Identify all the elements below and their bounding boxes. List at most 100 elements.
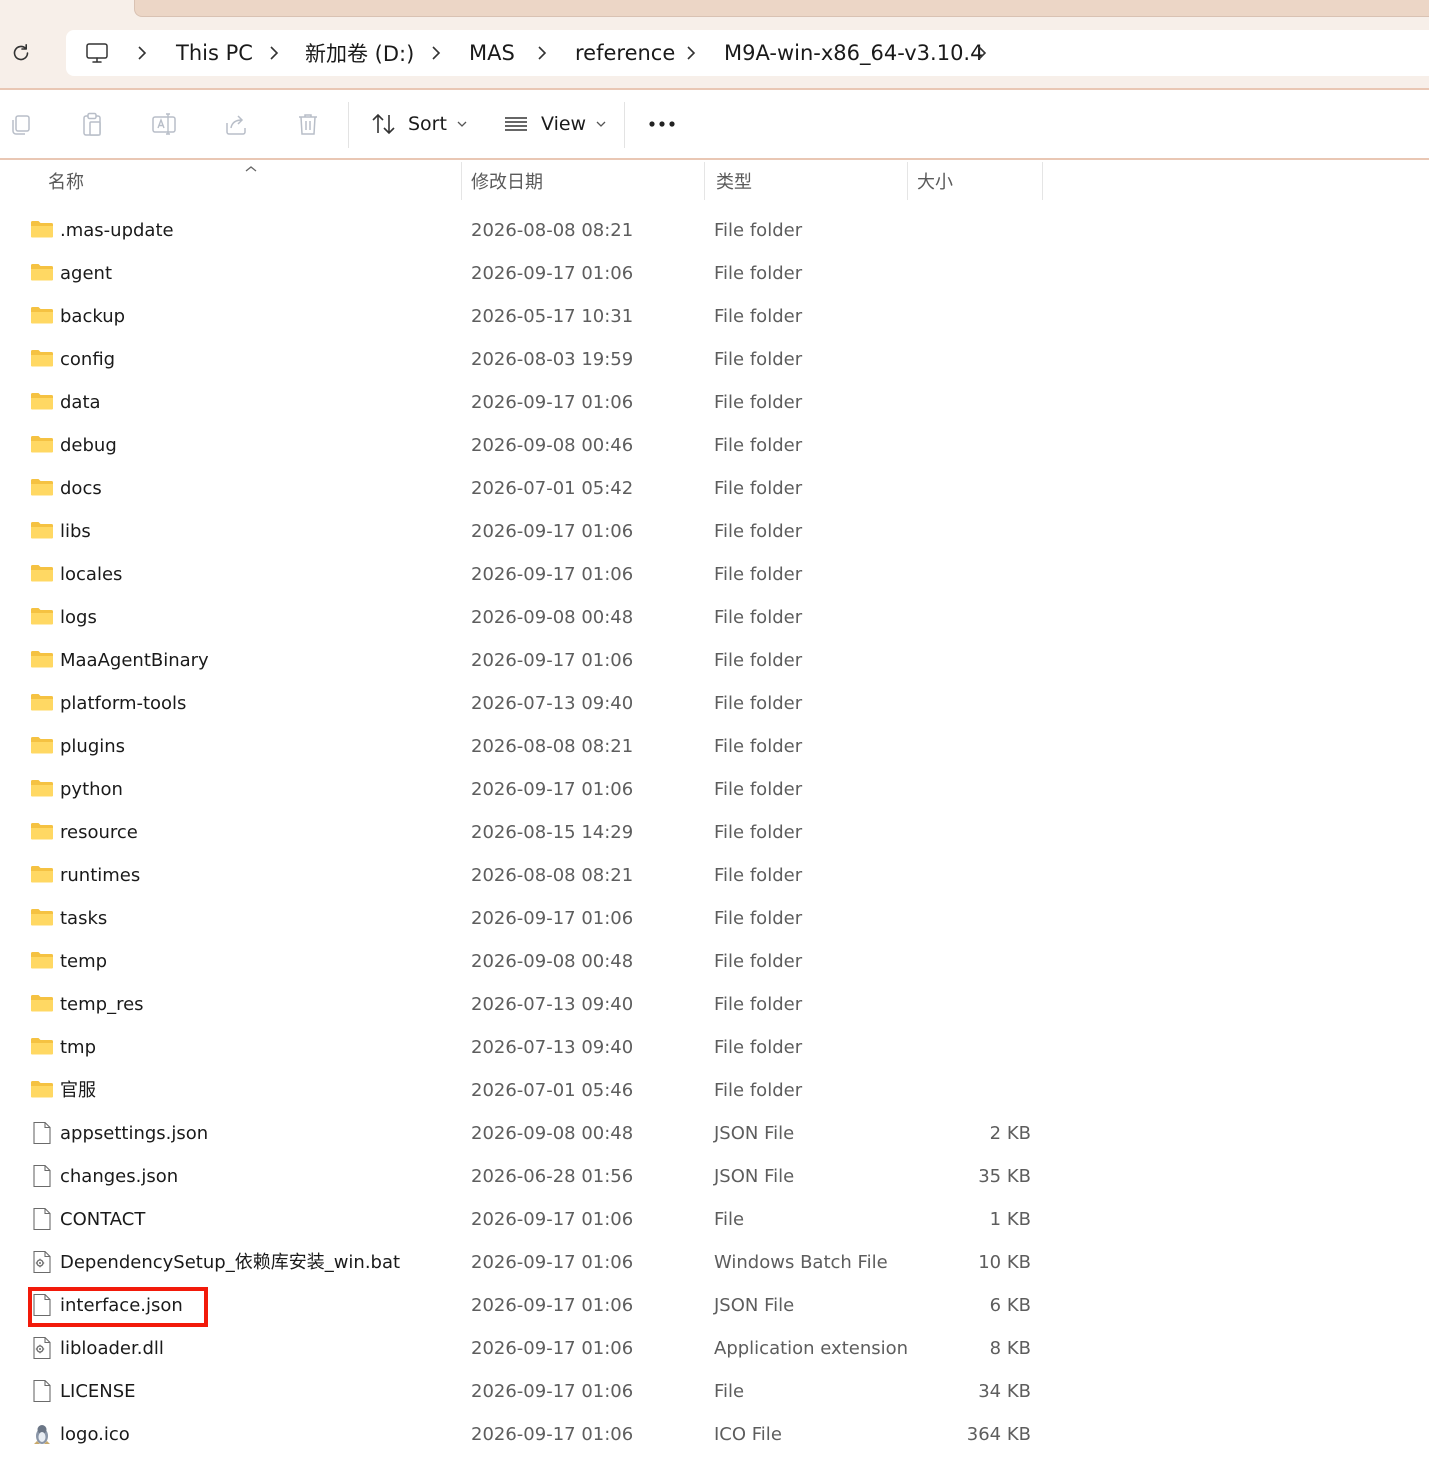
folder-row[interactable]: plugins 2026-08-08 08:21 File folder xyxy=(0,725,1429,768)
file-name: temp xyxy=(60,951,108,972)
file-type: File folder xyxy=(714,263,803,284)
file-size xyxy=(912,553,1031,596)
folder-row[interactable]: debug 2026-09-08 00:46 File folder xyxy=(0,424,1429,467)
chevron-right-icon[interactable] xyxy=(685,30,697,76)
chevron-right-icon[interactable] xyxy=(268,30,280,76)
folder-row[interactable]: .mas-update 2026-08-08 08:21 File folder xyxy=(0,209,1429,252)
folder-row[interactable]: temp 2026-09-08 00:48 File folder xyxy=(0,940,1429,983)
file-icon xyxy=(30,1207,54,1231)
file-icon xyxy=(30,1379,54,1403)
folder-icon xyxy=(30,777,54,801)
breadcrumb-reference[interactable]: reference xyxy=(575,30,675,76)
file-type: File folder xyxy=(714,306,803,327)
title-area: This PC 新加卷 (D:) MAS reference M9A-win-x… xyxy=(0,0,1429,90)
file-type: ICO File xyxy=(714,1424,782,1445)
file-date-modified: 2026-09-17 01:06 xyxy=(471,263,634,284)
folder-row[interactable]: platform-tools 2026-07-13 09:40 File folde… xyxy=(0,682,1429,725)
folder-row[interactable]: docs 2026-07-01 05:42 File folder xyxy=(0,467,1429,510)
sort-button[interactable]: Sort xyxy=(370,104,467,144)
breadcrumb-current-folder[interactable]: M9A-win-x86_64-v3.10.4 xyxy=(724,30,983,76)
paste-button[interactable] xyxy=(72,104,112,144)
folder-row[interactable]: logs 2026-09-08 00:48 File folder xyxy=(0,596,1429,639)
folder-row[interactable]: backup 2026-05-17 10:31 File folder xyxy=(0,295,1429,338)
file-row[interactable]: changes.json 2026-06-28 01:56 JSON File 35 … xyxy=(0,1155,1429,1198)
file-row[interactable]: libloader.dll 2026-09-17 01:06 Application… xyxy=(0,1327,1429,1370)
folder-row[interactable]: 官服 2026-07-01 05:46 File folder xyxy=(0,1069,1429,1112)
file-type: File folder xyxy=(714,693,803,714)
folder-row[interactable]: locales 2026-09-17 01:06 File folder xyxy=(0,553,1429,596)
folder-row[interactable]: tmp 2026-07-13 09:40 File folder xyxy=(0,1026,1429,1069)
file-row[interactable]: appsettings.json 2026-09-08 00:48 JSON Fil… xyxy=(0,1112,1429,1155)
share-icon xyxy=(226,115,246,135)
file-row[interactable]: LICENSE 2026-09-17 01:06 File 34 KB xyxy=(0,1370,1429,1413)
folder-icon xyxy=(30,304,54,328)
file-row[interactable]: interface.json 2026-09-17 01:06 JSON File 6… xyxy=(0,1284,1429,1327)
file-type: JSON File xyxy=(714,1295,795,1316)
file-type: File folder xyxy=(714,349,803,370)
breadcrumb-mas[interactable]: MAS xyxy=(469,30,515,76)
file-name: config xyxy=(60,349,116,370)
breadcrumb-drive-d[interactable]: 新加卷 (D:) xyxy=(305,30,414,76)
column-divider[interactable] xyxy=(1042,162,1043,200)
file-row[interactable]: DependencySetup_依赖库安装_win.bat 2026-09-17 … xyxy=(0,1241,1429,1284)
column-divider[interactable] xyxy=(907,162,908,200)
computer-icon[interactable] xyxy=(84,40,110,66)
share-button[interactable] xyxy=(216,104,256,144)
file-date-modified: 2026-07-13 09:40 xyxy=(471,994,634,1015)
folder-row[interactable]: resource 2026-08-15 14:29 File folder xyxy=(0,811,1429,854)
more-options-button[interactable] xyxy=(642,104,682,144)
chevron-right-icon[interactable] xyxy=(430,30,442,76)
chevron-right-icon[interactable] xyxy=(136,30,148,76)
file-date-modified: 2026-08-08 08:21 xyxy=(471,865,634,886)
file-date-modified: 2026-07-01 05:42 xyxy=(471,478,634,499)
folder-row[interactable]: tasks 2026-09-17 01:06 File folder xyxy=(0,897,1429,940)
folder-row[interactable]: python 2026-09-17 01:06 File folder xyxy=(0,768,1429,811)
file-row[interactable]: logo.ico 2026-09-17 01:06 ICO File 364 KB xyxy=(0,1413,1429,1456)
file-date-modified: 2026-09-17 01:06 xyxy=(471,1381,634,1402)
folder-row[interactable]: config 2026-08-03 19:59 File folder xyxy=(0,338,1429,381)
file-type: File folder xyxy=(714,994,803,1015)
column-header-date[interactable]: 修改日期 xyxy=(471,160,543,202)
column-divider[interactable] xyxy=(461,162,462,200)
folder-icon xyxy=(30,562,54,586)
file-name: data xyxy=(60,392,101,413)
folder-row[interactable]: data 2026-09-17 01:06 File folder xyxy=(0,381,1429,424)
file-name: logo.ico xyxy=(60,1424,130,1445)
folder-row[interactable]: libs 2026-09-17 01:06 File folder xyxy=(0,510,1429,553)
file-date-modified: 2026-09-17 01:06 xyxy=(471,1424,634,1445)
column-header-type[interactable]: 类型 xyxy=(716,160,752,202)
chevron-right-icon[interactable] xyxy=(536,30,548,76)
folder-row[interactable]: temp_res 2026-07-13 09:40 File folder xyxy=(0,983,1429,1026)
file-type: File folder xyxy=(714,220,803,241)
chevron-right-icon[interactable] xyxy=(976,30,988,76)
file-date-modified: 2026-09-17 01:06 xyxy=(471,1209,634,1230)
file-size xyxy=(912,768,1031,811)
refresh-button[interactable] xyxy=(4,36,38,70)
folder-row[interactable]: runtimes 2026-08-08 08:21 File folder xyxy=(0,854,1429,897)
file-name: agent xyxy=(60,263,112,284)
breadcrumb-this-pc[interactable]: This PC xyxy=(176,30,253,76)
file-date-modified: 2026-09-17 01:06 xyxy=(471,779,634,800)
folder-row[interactable]: agent 2026-09-17 01:06 File folder xyxy=(0,252,1429,295)
file-date-modified: 2026-09-08 00:48 xyxy=(471,607,634,628)
file-name: tmp xyxy=(60,1037,97,1058)
file-size: 2 KB xyxy=(989,1123,1031,1144)
file-row[interactable]: CONTACT 2026-09-17 01:06 File 1 KB xyxy=(0,1198,1429,1241)
column-divider[interactable] xyxy=(704,162,705,200)
file-size xyxy=(912,209,1031,252)
folder-row[interactable]: MaaAgentBinary 2026-09-17 01:06 File folde… xyxy=(0,639,1429,682)
address-bar[interactable]: This PC 新加卷 (D:) MAS reference M9A-win-x… xyxy=(66,30,1429,76)
file-date-modified: 2026-09-08 00:48 xyxy=(471,1123,634,1144)
rename-button[interactable] xyxy=(144,104,184,144)
copy-button[interactable] xyxy=(0,104,40,144)
view-button[interactable]: View xyxy=(503,104,606,144)
file-type: File folder xyxy=(714,865,803,886)
copy-icon xyxy=(12,115,30,135)
file-date-modified: 2026-07-01 05:46 xyxy=(471,1080,634,1101)
file-name: .mas-update xyxy=(60,220,174,241)
column-header-size[interactable]: 大小 xyxy=(917,160,953,202)
folder-icon xyxy=(30,906,54,930)
gear-file-icon xyxy=(30,1336,54,1360)
delete-button[interactable] xyxy=(288,104,328,144)
column-header-name[interactable]: 名称 xyxy=(48,160,84,202)
